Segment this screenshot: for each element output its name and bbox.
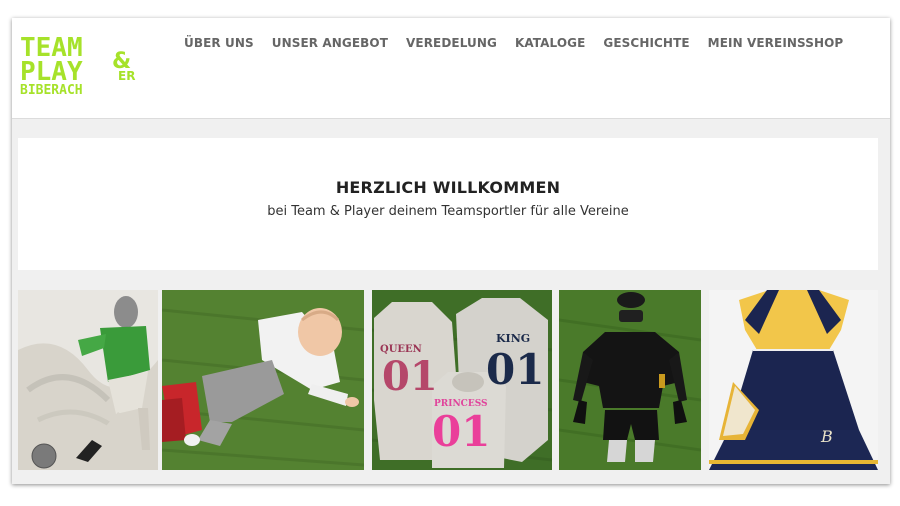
svg-text:01: 01 (382, 353, 438, 400)
svg-text:KING: KING (496, 332, 530, 345)
welcome-subtitle: bei Team & Player deinem Teamsportler fü… (267, 204, 629, 219)
svg-text:B: B (820, 427, 833, 446)
gallery-image-hoodies[interactable]: QUEEN 01 KING 01 PRINCESS 01 (372, 290, 552, 470)
welcome-box: HERZLICH WILLKOMMEN bei Team & Player de… (18, 138, 878, 270)
nav-veredelung[interactable]: VEREDELUNG (406, 36, 497, 50)
gallery-image-soccer-player[interactable] (18, 290, 158, 470)
svg-text:01: 01 (486, 345, 544, 394)
welcome-title: HERZLICH WILLKOMMEN (335, 178, 561, 197)
nav-geschichte[interactable]: GESCHICHTE (603, 36, 689, 50)
gallery-image-sports-gear[interactable] (559, 290, 701, 470)
image-gallery: QUEEN 01 KING 01 PRINCESS 01 B (18, 290, 878, 470)
nav-kataloge[interactable]: KATALOGE (515, 36, 585, 50)
browser-page: TEAM & PLAY ER BIBERACH ÜBER UNS UNSER A… (12, 18, 890, 484)
main-navigation: ÜBER UNS UNSER ANGEBOT VEREDELUNG KATALO… (184, 36, 843, 50)
nav-mein-vereinsshop[interactable]: MEIN VEREINSSHOP (708, 36, 844, 50)
svg-text:01: 01 (432, 407, 490, 456)
svg-text:ER: ER (118, 69, 135, 83)
site-header: TEAM & PLAY ER BIBERACH ÜBER UNS UNSER A… (12, 18, 890, 119)
gallery-image-baby-on-grass[interactable] (162, 290, 364, 470)
nav-unser-angebot[interactable]: UNSER ANGEBOT (272, 36, 388, 50)
team-player-logo[interactable]: TEAM & PLAY ER BIBERACH (20, 32, 150, 96)
svg-text:BIBERACH: BIBERACH (20, 83, 83, 96)
gallery-image-cheer-uniform[interactable]: B (709, 290, 878, 470)
nav-ueber-uns[interactable]: ÜBER UNS (184, 36, 254, 50)
